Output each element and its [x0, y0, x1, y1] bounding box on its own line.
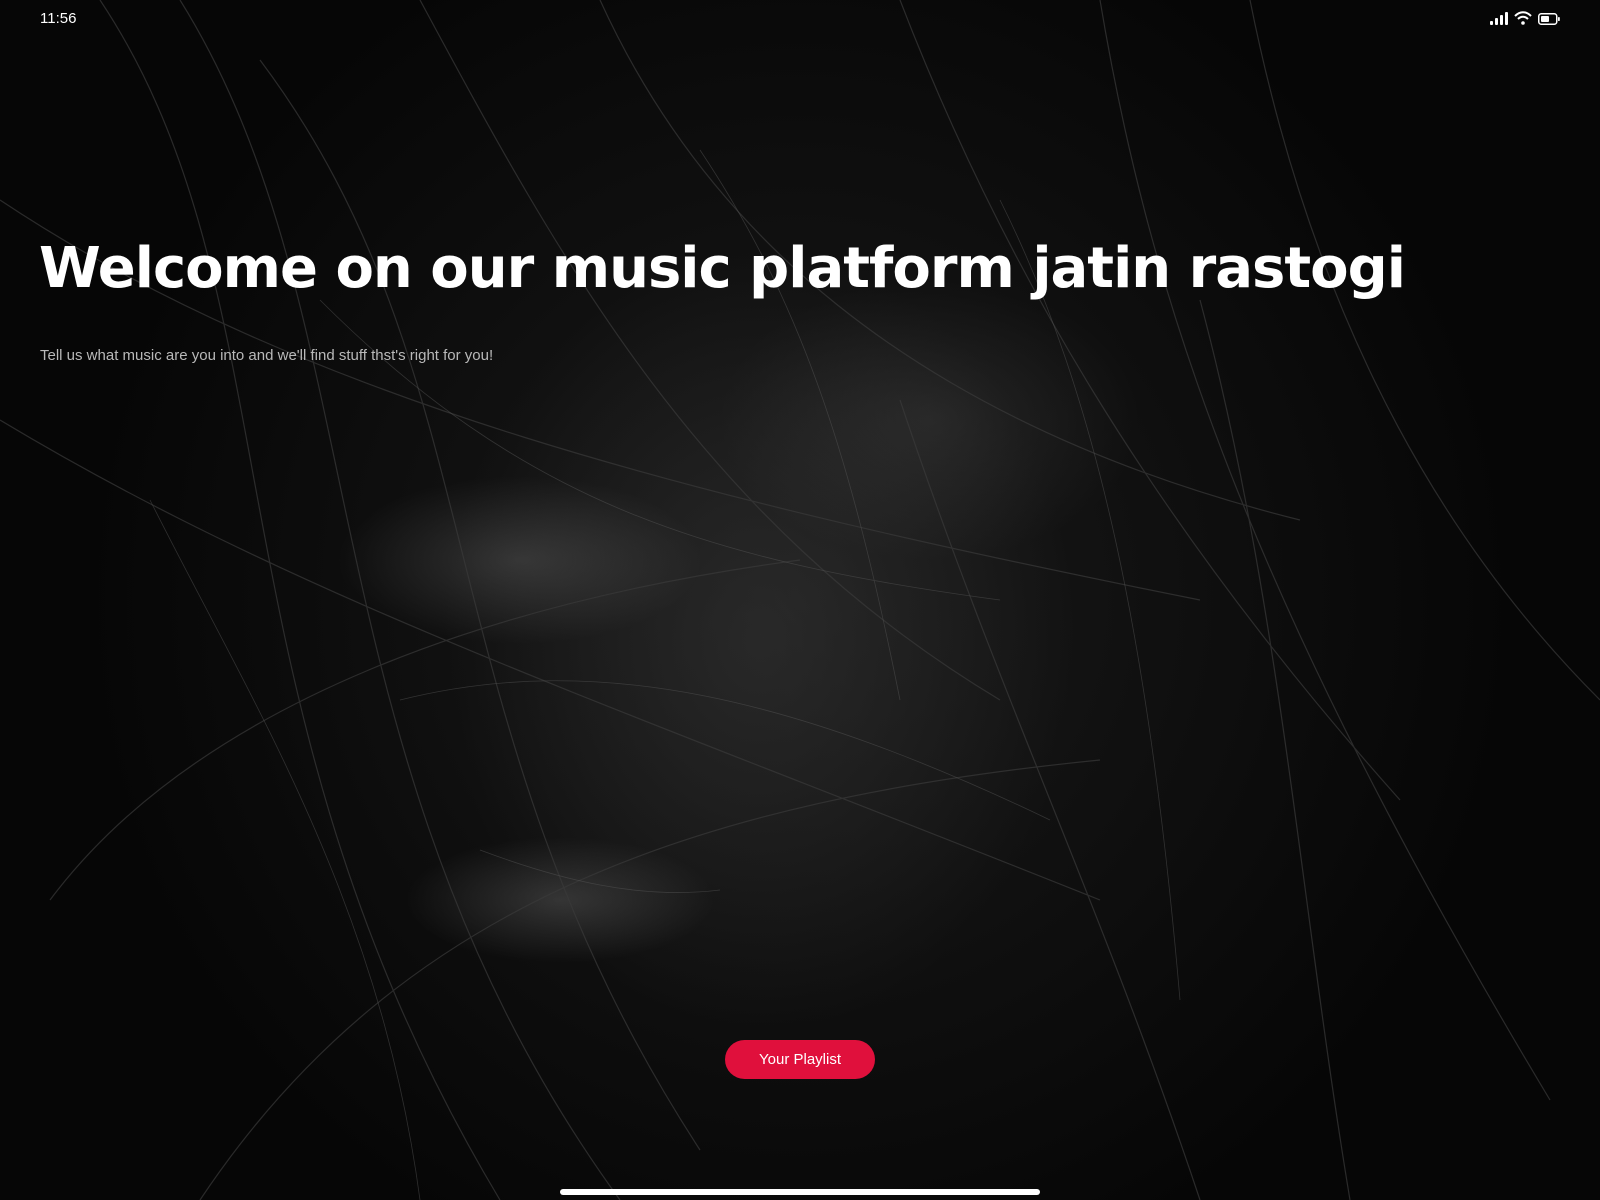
- status-bar: 11:56: [0, 0, 1600, 40]
- home-indicator[interactable]: [560, 1189, 1040, 1195]
- hero-background-image: [0, 0, 1600, 1200]
- status-time: 11:56: [40, 10, 77, 27]
- page-subtitle: Tell us what music are you into and we'l…: [40, 347, 494, 364]
- hair-strands-texture: [0, 0, 1600, 1200]
- status-icons: [1490, 11, 1560, 25]
- battery-icon: [1538, 13, 1560, 25]
- page-title: Welcome on our music platform jatin rast…: [39, 236, 1406, 301]
- signal-icon: [1490, 11, 1508, 25]
- your-playlist-button[interactable]: Your Playlist: [725, 1040, 875, 1079]
- wifi-icon: [1514, 11, 1532, 25]
